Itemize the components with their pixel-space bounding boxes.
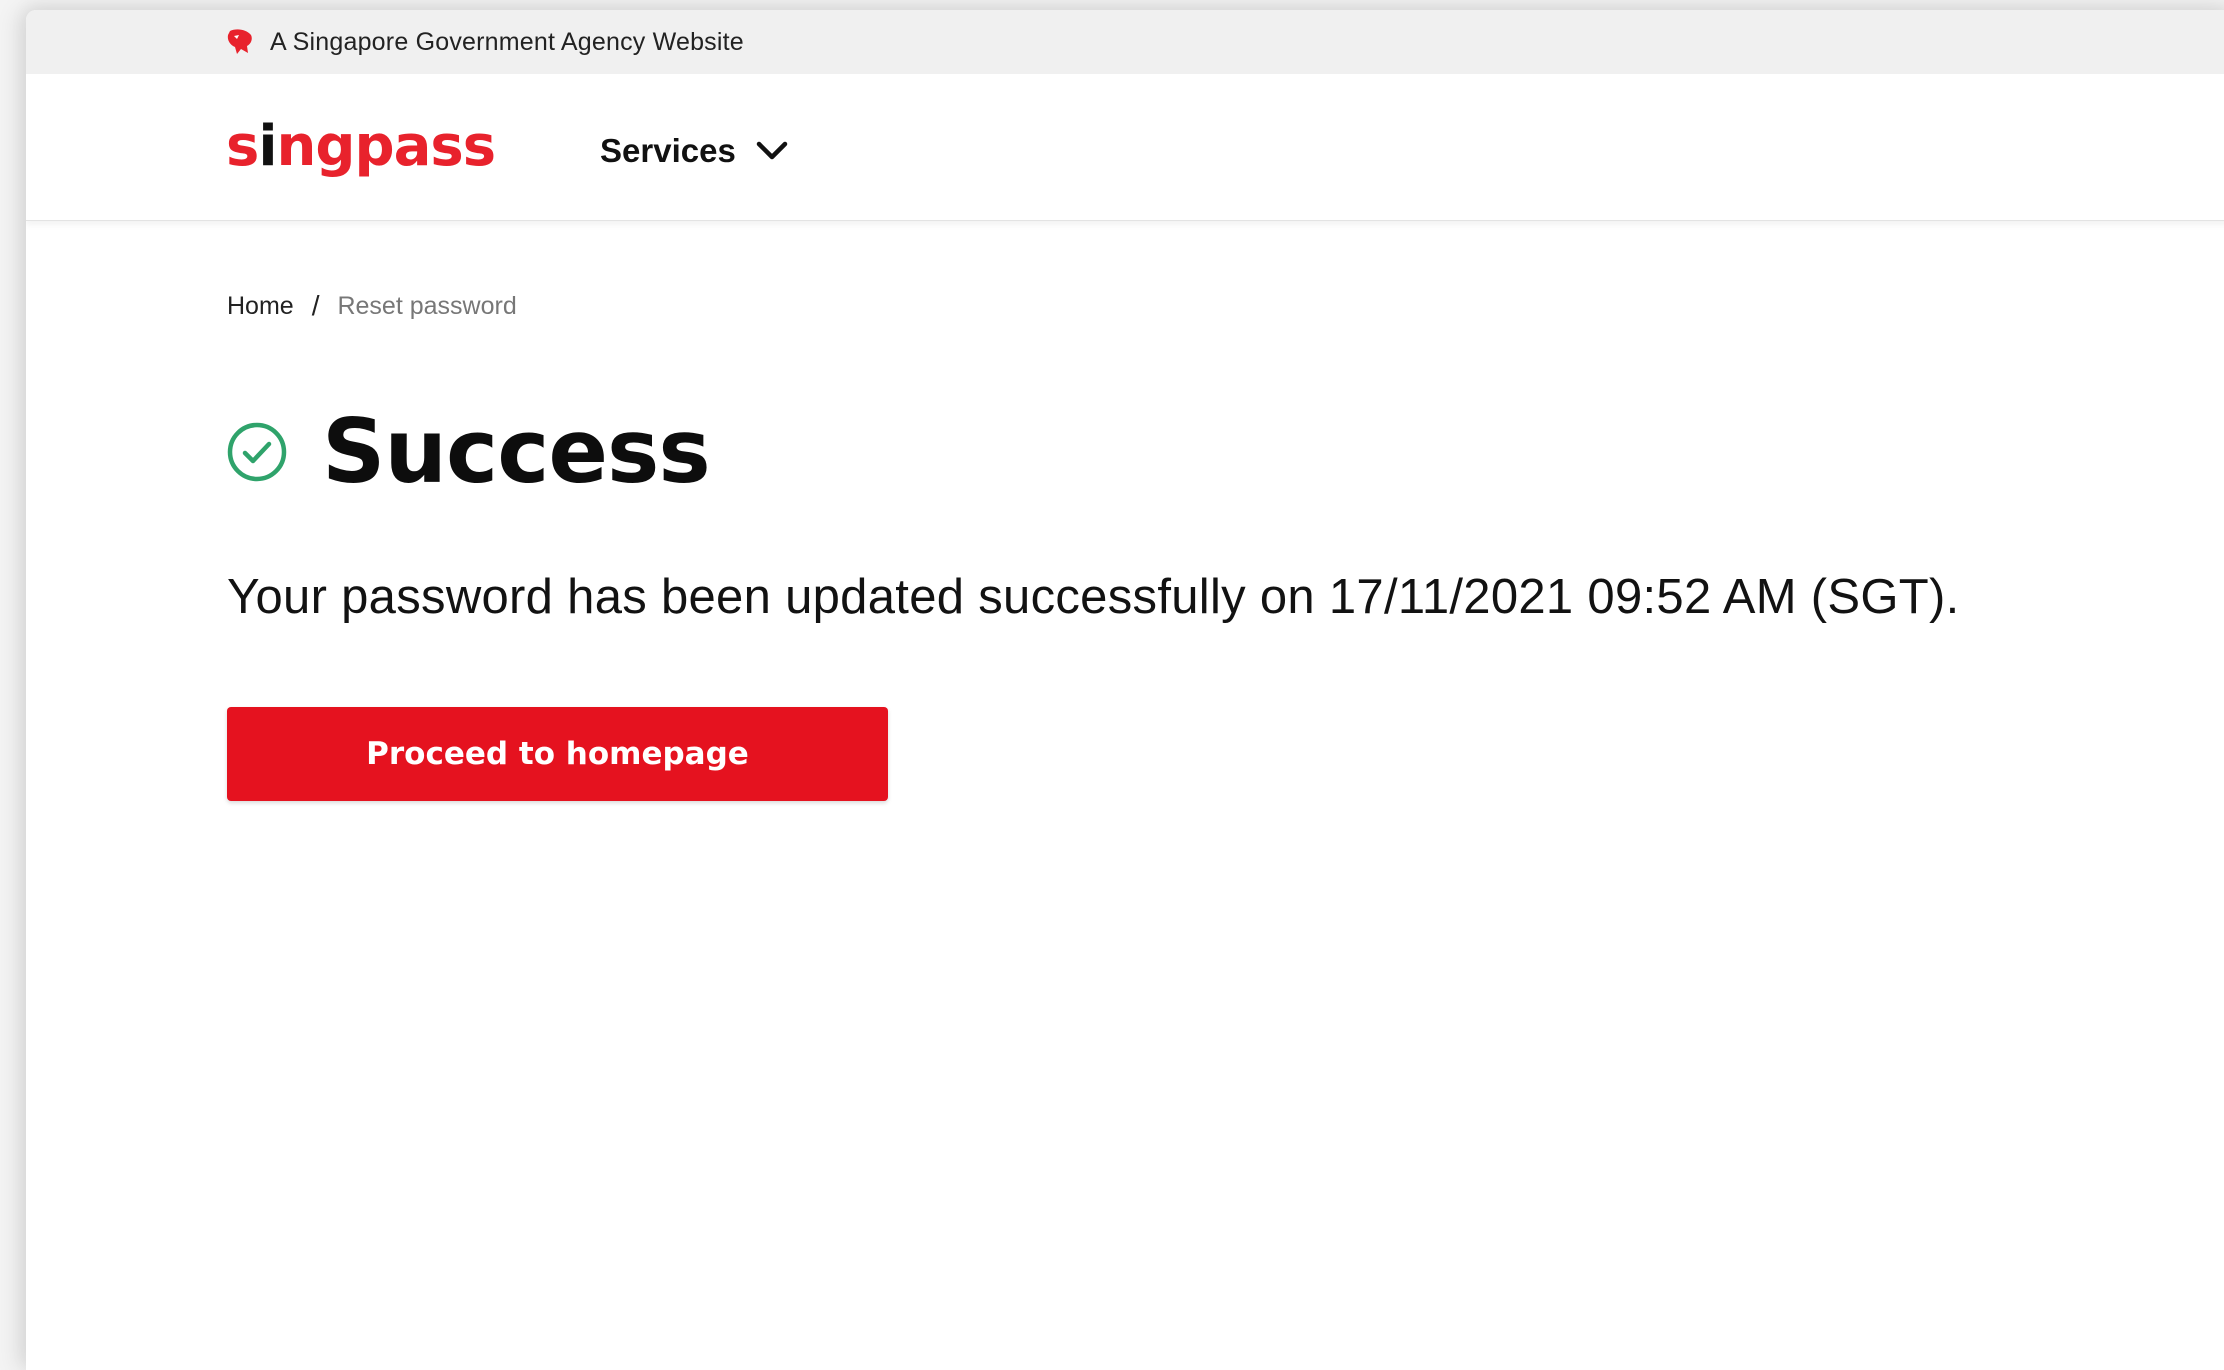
proceed-to-homepage-button[interactable]: Proceed to homepage (227, 707, 888, 801)
masthead-text: A Singapore Government Agency Website (270, 27, 744, 56)
breadcrumb-current: Reset password (337, 291, 517, 320)
lion-head-icon (224, 27, 254, 57)
breadcrumb-home-link[interactable]: Home (227, 292, 294, 321)
singpass-logo[interactable]: s i ngpass (226, 114, 496, 179)
success-message: Your password has been updated successfu… (227, 570, 1960, 624)
check-circle-icon (226, 421, 288, 483)
services-dropdown[interactable]: Services (600, 124, 790, 170)
page-title: Success (322, 400, 711, 503)
browser-window: A Singapore Government Agency Website si… (26, 10, 2224, 1370)
top-navbar: s i ngpass Services (26, 74, 2224, 221)
gov-masthead: A Singapore Government Agency Website (26, 10, 2224, 74)
success-heading: Success (26, 400, 2224, 503)
chevron-down-icon (754, 139, 790, 163)
logo-part: ngpass (276, 114, 496, 179)
logo-part: s (226, 114, 259, 179)
logo-i-mark: i (258, 114, 277, 179)
breadcrumb: Home / Reset password (26, 290, 2224, 322)
services-label: Services (600, 132, 736, 169)
breadcrumb-separator: / (311, 290, 320, 321)
